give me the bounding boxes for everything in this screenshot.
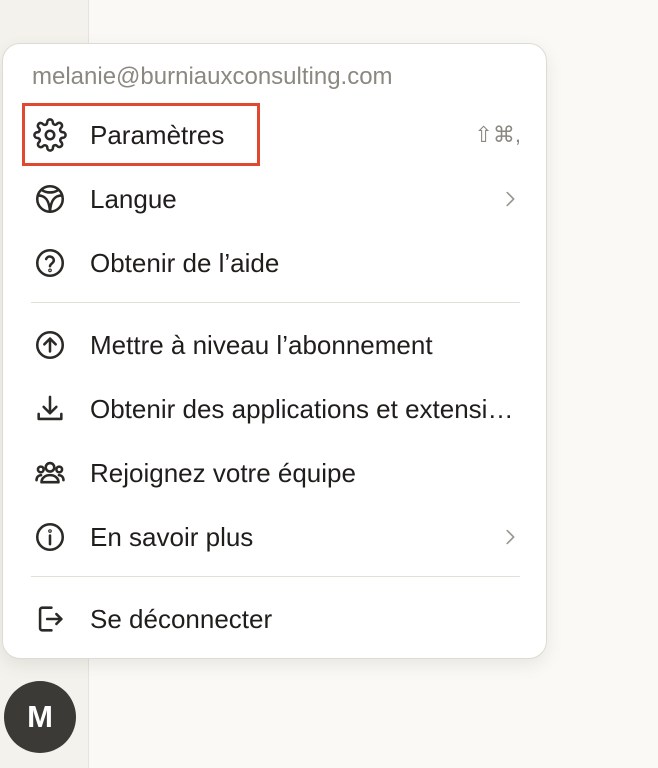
arrow-up-circle-icon — [33, 328, 67, 362]
gear-icon — [33, 118, 67, 152]
menu-item-logout[interactable]: Se déconnecter — [31, 595, 521, 643]
menu-item-help[interactable]: Obtenir de l’aide — [31, 239, 521, 287]
logout-icon — [33, 602, 67, 636]
menu-item-upgrade-plan[interactable]: Mettre à niveau l’abonnement — [31, 321, 521, 369]
menu-item-label: Langue — [90, 183, 177, 214]
account-menu: melanie@burniauxconsulting.com Paramètre… — [2, 43, 547, 659]
menu-divider — [31, 302, 520, 303]
info-circle-icon — [33, 520, 67, 554]
menu-item-label: Obtenir de l’aide — [90, 247, 280, 278]
help-circle-icon — [33, 246, 67, 280]
menu-item-label: Mettre à niveau l’abonnement — [90, 329, 433, 360]
menu-divider — [31, 576, 520, 577]
menu-item-label: Obtenir des applications et extensions — [90, 393, 521, 424]
download-icon — [33, 392, 67, 426]
menu-item-label: Paramètres — [90, 119, 225, 150]
chevron-right-icon — [499, 188, 521, 210]
menu-item-label: Se déconnecter — [90, 603, 273, 634]
avatar[interactable]: M — [4, 681, 76, 753]
keyboard-shortcut: ⇧⌘, — [474, 122, 521, 147]
menu-item-learn-more[interactable]: En savoir plus — [31, 513, 521, 561]
menu-item-get-apps[interactable]: Obtenir des applications et extensions — [31, 385, 521, 433]
chevron-right-icon — [499, 526, 521, 548]
account-email: melanie@burniauxconsulting.com — [32, 63, 393, 90]
menu-item-label: Rejoignez votre équipe — [90, 457, 356, 488]
menu-item-language[interactable]: Langue — [31, 175, 521, 223]
menu-item-label: En savoir plus — [90, 521, 254, 552]
globe-icon — [33, 182, 67, 216]
menu-item-settings[interactable]: Paramètres ⇧⌘, — [31, 111, 521, 159]
menu-item-join-team[interactable]: Rejoignez votre équipe — [31, 449, 521, 497]
users-icon — [33, 456, 67, 490]
